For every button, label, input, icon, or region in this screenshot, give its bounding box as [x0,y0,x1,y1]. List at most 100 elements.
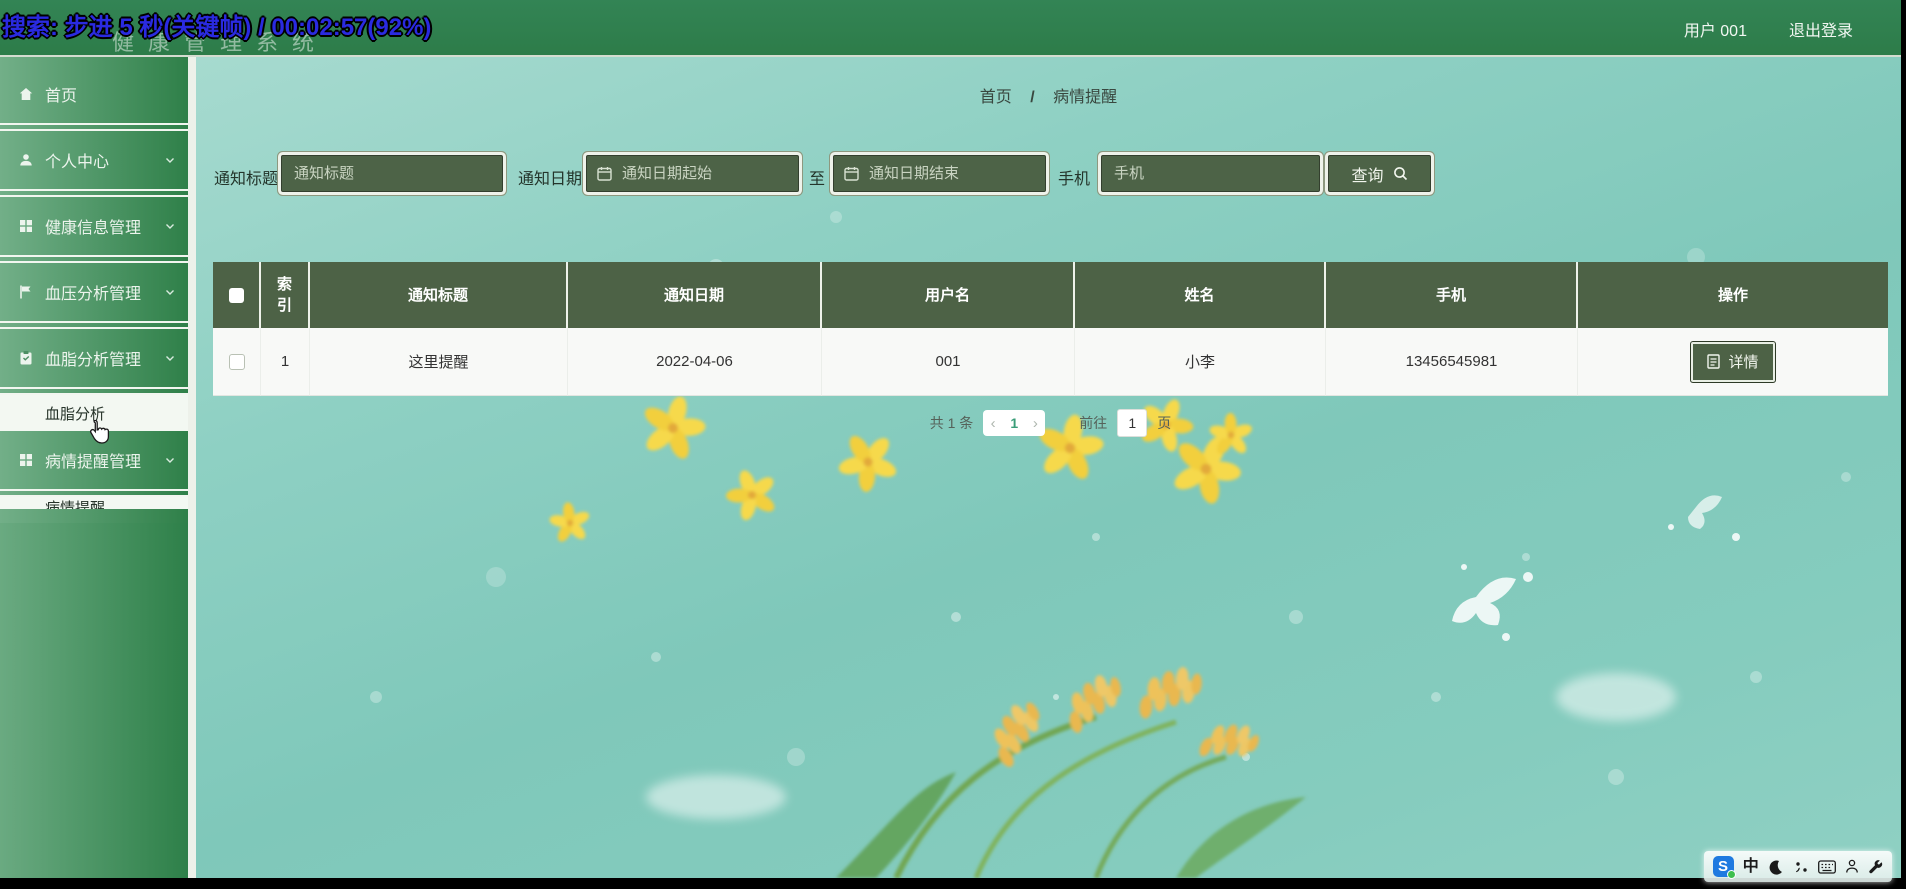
sidebar-divider [0,321,188,329]
sidebar-item-condition-reminder-mgmt[interactable]: 病情提醒管理 [0,431,188,489]
chevron-down-icon [164,220,176,232]
prev-page-button[interactable]: ‹ [991,416,996,431]
detail-button-label: 详情 [1728,354,1759,371]
user-icon [18,152,34,168]
cell-title: 这里提醒 [310,328,568,396]
sidebar-divider [0,189,188,197]
sidebar-item-personal-center[interactable]: 个人中心 [0,131,188,189]
notice-date-label: 通知日期 [518,171,583,188]
select-all-checkbox[interactable] [228,287,244,303]
sidebar-item-label: 血压分析管理 [45,286,142,303]
date-start-input[interactable] [620,164,788,183]
main-content: 首页 / 病情提醒 通知标题 通知日期 至 [196,57,1901,878]
logout-link[interactable]: 退出登录 [1789,17,1853,41]
sidebar-item-home[interactable]: 首页 [0,65,188,123]
column-header-date: 通知日期 [568,262,822,328]
pager: ‹ 1 › [983,410,1046,436]
sogou-logo-icon[interactable]: S [1712,856,1736,879]
column-header-username: 用户名 [822,262,1075,328]
column-header-title: 通知标题 [310,262,568,328]
half-width-moon-icon[interactable] [1768,859,1784,875]
date-to-label: 至 [809,171,826,188]
sidebar-divider [0,387,188,395]
total-count-label: 共 1 条 [929,415,974,431]
date-end-input[interactable] [867,164,1035,183]
goto-label: 前往 [1079,415,1108,431]
table-header-row: 索引 通知标题 通知日期 用户名 姓名 手机 操作 [213,262,1888,328]
current-page-number[interactable]: 1 [1010,415,1018,431]
search-icon [1393,166,1408,181]
chevron-down-icon [164,154,176,166]
flag-icon [18,284,34,300]
phone-input-wrap [1101,155,1320,192]
notice-title-input-wrap [281,155,503,192]
sidebar-subitem-condition-reminder[interactable]: 病情提醒 [0,497,188,509]
detail-button[interactable]: 详情 [1691,341,1775,382]
breadcrumb-current: 病情提醒 [1053,89,1118,106]
sidebar: 首页 个人中心 健康信息管理 血压分析管理 血脂分析管理 血脂分析 病情提醒管理… [0,57,188,878]
breadcrumb-home[interactable]: 首页 [980,89,1012,106]
sidebar-item-label: 个人中心 [45,154,110,171]
sidebar-item-blood-pressure[interactable]: 血压分析管理 [0,263,188,321]
pagination: 共 1 条 ‹ 1 › 前往 页 [213,409,1888,437]
notice-title-input[interactable] [292,164,492,183]
column-header-name: 姓名 [1075,262,1326,328]
grid-icon [18,452,34,468]
chevron-down-icon [164,352,176,364]
search-button-label: 查询 [1351,167,1384,185]
page-unit-label: 页 [1157,415,1172,431]
sidebar-item-label: 首页 [45,88,78,105]
app-window: 健康管理系统 用户 001 退出登录 首页 个人中心 健康信息管理 血压分析管理… [0,0,1901,878]
chevron-down-icon [164,286,176,298]
sidebar-subitem-label: 病情提醒 [45,500,106,509]
clipboard-icon [18,350,34,366]
table-row: 1 这里提醒 2022-04-06 001 小李 13456545981 详情 [213,328,1888,396]
search-button[interactable]: 查询 [1328,155,1431,192]
cell-username: 001 [822,328,1075,396]
cell-action: 详情 [1578,328,1888,396]
select-all-cell [213,262,261,328]
keyboard-icon[interactable] [1818,859,1837,874]
sidebar-divider [0,123,188,131]
punctuation-icon[interactable] [1793,859,1809,875]
current-user-label: 用户 001 [1683,22,1747,40]
sidebar-divider [0,255,188,263]
sidebar-background-fill [0,523,188,878]
breadcrumb: 首页 / 病情提醒 [196,83,1901,107]
goto-page-input[interactable] [1117,409,1148,437]
calendar-icon [844,166,859,181]
phone-input[interactable] [1112,164,1309,183]
cell-phone: 13456545981 [1326,328,1578,396]
filter-bar: 通知标题 通知日期 至 手机 [196,155,1901,197]
phone-label: 手机 [1058,171,1091,188]
column-header-action: 操作 [1578,262,1888,328]
reminder-table: 索引 通知标题 通知日期 用户名 姓名 手机 操作 1 这里提醒 2022-04… [213,262,1888,396]
sidebar-subitem-blood-lipid-analysis[interactable]: 血脂分析 [0,395,188,431]
wrench-icon[interactable] [1868,859,1883,874]
grid-icon [18,218,34,234]
letterbox-right [1901,0,1906,889]
user-tool-icon[interactable] [1845,859,1859,874]
home-icon [18,86,34,102]
document-icon [1707,354,1721,369]
cell-index: 1 [261,328,310,396]
column-header-phone: 手机 [1326,262,1578,328]
breadcrumb-separator: / [1030,89,1035,106]
row-select-cell [213,328,261,396]
sidebar-subitem-label: 血脂分析 [45,405,106,423]
sidebar-item-label: 病情提醒管理 [45,454,142,471]
sidebar-item-label: 健康信息管理 [45,220,142,237]
sidebar-item-blood-lipid-mgmt[interactable]: 血脂分析管理 [0,329,188,387]
column-header-index: 索引 [261,262,310,328]
next-page-button[interactable]: › [1033,416,1038,431]
sidebar-divider [0,489,188,497]
row-checkbox[interactable] [228,353,245,370]
video-osd-text: 搜索: 步进 5 秒(关键帧) / 00:02:57(92%) [2,14,432,41]
chevron-down-icon [164,454,176,466]
cell-date: 2022-04-06 [568,328,822,396]
ime-toolbar: S 中 [1704,851,1892,882]
sidebar-item-health-info[interactable]: 健康信息管理 [0,197,188,255]
date-start-input-wrap [586,155,799,192]
chinese-mode-icon[interactable]: 中 [1743,858,1759,875]
letterbox-bottom [0,878,1906,889]
